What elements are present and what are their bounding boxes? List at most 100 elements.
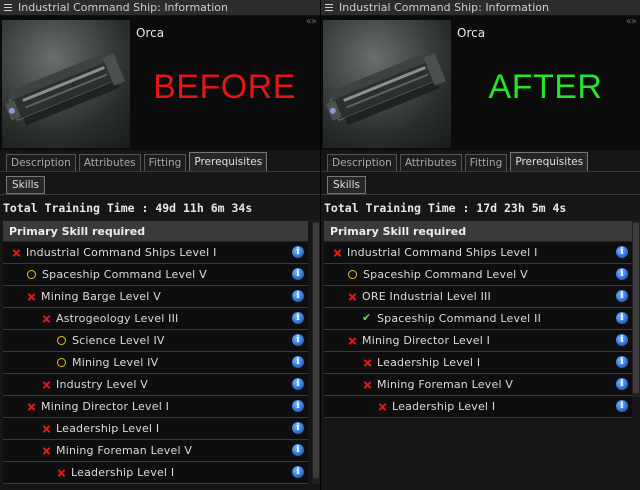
before-label: BEFORE (153, 68, 296, 106)
skill-row[interactable]: Leadership Level I i (324, 352, 632, 374)
info-icon[interactable]: i (292, 246, 304, 258)
window-title: Industrial Command Ship: Information (18, 1, 228, 14)
ship-header: «» Orca BEFORE (0, 16, 320, 150)
subtab-skills[interactable]: Skills (327, 176, 366, 194)
skill-row[interactable]: Industrial Command Ships Level I i (3, 242, 308, 264)
skill-row[interactable]: Spaceship Command Level V i (3, 264, 308, 286)
tab-prerequisites[interactable]: Prerequisites (189, 152, 268, 172)
tab-divider (0, 171, 320, 172)
info-icon[interactable]: i (292, 268, 304, 280)
table-header: Primary Skill required (3, 221, 308, 242)
info-icon[interactable]: i (292, 466, 304, 478)
skill-row[interactable]: Mining Director Level I i (3, 396, 308, 418)
skill-row[interactable]: Astrogeology Level III i (3, 308, 308, 330)
skill-row[interactable]: Leadership Level I i (3, 418, 308, 440)
info-icon[interactable]: i (292, 422, 304, 434)
skill-row[interactable]: Leadership Level I i (324, 396, 632, 418)
info-icon[interactable]: i (292, 312, 304, 324)
subtab-skills[interactable]: Skills (6, 176, 45, 194)
scrollbar-thumb[interactable] (313, 223, 319, 478)
red-x-icon (347, 291, 358, 302)
tab-description[interactable]: Description (6, 154, 76, 172)
green-check-icon (362, 311, 373, 324)
collapse-arrows-icon[interactable]: «» (626, 16, 637, 27)
skill-label: Astrogeology Level III (56, 312, 179, 325)
skill-label: Spaceship Command Level V (42, 268, 207, 281)
collapse-arrows-icon[interactable]: «» (306, 16, 317, 27)
skill-row[interactable]: Mining Barge Level V i (3, 286, 308, 308)
after-label: AFTER (488, 68, 603, 106)
red-x-icon (56, 467, 67, 478)
info-window-before: Industrial Command Ship: Information «» … (0, 0, 320, 490)
info-icon[interactable]: i (616, 400, 628, 412)
info-icon[interactable]: i (616, 268, 628, 280)
skill-label: Mining Director Level I (362, 334, 491, 347)
info-icon[interactable]: i (292, 444, 304, 456)
skill-label: Mining Foreman Level V (377, 378, 514, 391)
ship-name: Orca (457, 26, 486, 40)
skill-label: Mining Barge Level V (41, 290, 161, 303)
info-icon[interactable]: i (616, 334, 628, 346)
menu-icon[interactable] (325, 3, 335, 12)
red-x-icon (41, 423, 52, 434)
red-x-icon (11, 247, 22, 258)
skill-label: Leadership Level I (392, 400, 496, 413)
red-x-icon (41, 379, 52, 390)
red-x-icon (362, 379, 373, 390)
skill-row[interactable]: Leadership Level I i (3, 462, 308, 484)
scrollbar[interactable] (312, 221, 320, 484)
skill-row[interactable]: Spaceship Command Level II i (324, 308, 632, 330)
skill-row[interactable]: ORE Industrial Level III i (324, 286, 632, 308)
skill-row[interactable]: Industry Level V i (3, 374, 308, 396)
tab-attributes[interactable]: Attributes (399, 154, 462, 172)
info-icon[interactable]: i (292, 400, 304, 412)
skill-row[interactable]: Mining Foreman Level V i (3, 440, 308, 462)
subtab-divider (321, 194, 640, 195)
tab-attributes[interactable]: Attributes (78, 154, 141, 172)
tab-fitting[interactable]: Fitting (464, 154, 508, 172)
window-title: Industrial Command Ship: Information (339, 1, 549, 14)
skill-row[interactable]: Science Level IV i (3, 330, 308, 352)
skill-row[interactable]: Spaceship Command Level V i (324, 264, 632, 286)
skill-rows: Industrial Command Ships Level Ii Spacesh… (3, 242, 308, 484)
tab-fitting[interactable]: Fitting (143, 154, 187, 172)
window-titlebar[interactable]: Industrial Command Ship: Information (0, 0, 320, 16)
red-x-icon (362, 357, 373, 368)
skill-row[interactable]: Industrial Command Ships Level I i (324, 242, 632, 264)
info-icon[interactable]: i (292, 334, 304, 346)
red-x-icon (347, 335, 358, 346)
total-training-time: Total Training Time : 49d 11h 6m 34s (3, 201, 253, 215)
info-icon[interactable]: i (616, 356, 628, 368)
info-window-after: Industrial Command Ship: Information «» … (321, 0, 640, 490)
skill-table: Primary Skill required Industrial Comman… (324, 221, 632, 418)
info-icon[interactable]: i (616, 378, 628, 390)
skill-row[interactable]: Mining Level IV i (3, 352, 308, 374)
yellow-circle-icon (57, 358, 66, 367)
red-x-icon (26, 401, 37, 412)
yellow-circle-icon (27, 270, 36, 279)
skill-label: Leadership Level I (377, 356, 481, 369)
skill-label: Leadership Level I (71, 466, 175, 479)
skill-table: Primary Skill required Industrial Comman… (3, 221, 308, 484)
ship-name: Orca (136, 26, 165, 40)
info-icon[interactable]: i (292, 378, 304, 390)
info-icon[interactable]: i (292, 290, 304, 302)
window-titlebar[interactable]: Industrial Command Ship: Information (321, 0, 640, 16)
info-icon[interactable]: i (616, 290, 628, 302)
menu-icon[interactable] (4, 3, 14, 12)
info-icon[interactable]: i (292, 356, 304, 368)
yellow-circle-icon (57, 336, 66, 345)
skill-row[interactable]: Mining Director Level I i (324, 330, 632, 352)
info-icon[interactable]: i (616, 246, 628, 258)
skill-label: Mining Director Level I (41, 400, 170, 413)
skill-label: Spaceship Command Level V (363, 268, 528, 281)
red-x-icon (41, 445, 52, 456)
skill-row[interactable]: Mining Foreman Level V i (324, 374, 632, 396)
skill-rows: Industrial Command Ships Level Ii Spacesh… (324, 242, 632, 418)
skill-label: Science Level IV (72, 334, 165, 347)
tab-description[interactable]: Description (327, 154, 397, 172)
scrollbar[interactable] (632, 221, 640, 397)
scrollbar-thumb[interactable] (633, 223, 639, 393)
info-icon[interactable]: i (616, 312, 628, 324)
tab-prerequisites[interactable]: Prerequisites (510, 152, 589, 172)
